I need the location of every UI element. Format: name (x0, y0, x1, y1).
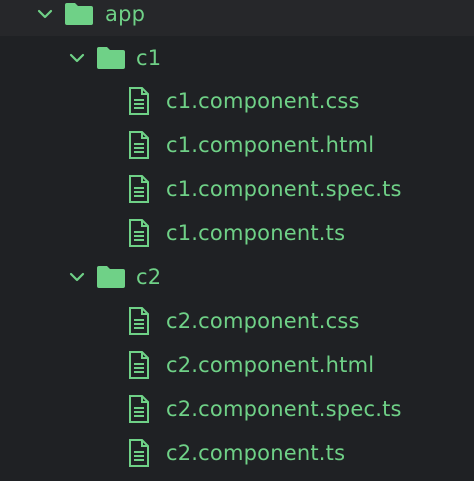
tree-item-file[interactable]: c1.component.spec.ts (0, 167, 474, 211)
tree-item-label: c2.component.css (166, 309, 360, 333)
folder-icon (96, 265, 126, 289)
file-icon (128, 175, 150, 203)
tree-item-file[interactable]: c1.component.html (0, 123, 474, 167)
tree-item-c2[interactable]: c2 (0, 255, 474, 299)
file-explorer-tree: app c1 c1.component.css c1.component.htm… (0, 0, 474, 481)
chevron-down-icon[interactable] (67, 48, 87, 68)
tree-item-label: c1 (136, 46, 162, 70)
tree-item-label: c2.component.ts (166, 441, 346, 465)
file-icon (128, 395, 150, 423)
folder-icon (64, 2, 94, 26)
tree-item-label: c1.component.ts (166, 221, 346, 245)
file-icon (128, 351, 150, 379)
tree-item-file[interactable]: c2.component.ts (0, 431, 474, 475)
tree-item-file[interactable]: c2.component.spec.ts (0, 387, 474, 431)
tree-item-label: c1.component.html (166, 133, 375, 157)
folder-icon (96, 46, 126, 70)
file-icon (128, 131, 150, 159)
tree-item-label: c1.component.css (166, 89, 360, 113)
chevron-down-icon[interactable] (35, 4, 55, 24)
tree-item-label: app (105, 2, 146, 26)
tree-item-file[interactable]: c1.component.ts (0, 211, 474, 255)
tree-item-c1[interactable]: c1 (0, 36, 474, 80)
tree-item-app[interactable]: app (0, 0, 474, 36)
file-icon (128, 439, 150, 467)
file-icon (128, 219, 150, 247)
file-icon (128, 87, 150, 115)
tree-item-file[interactable]: c2.component.css (0, 299, 474, 343)
tree-item-label: c2 (136, 265, 162, 289)
tree-item-label: c1.component.spec.ts (166, 177, 402, 201)
chevron-down-icon[interactable] (67, 267, 87, 287)
file-icon (128, 307, 150, 335)
tree-item-file[interactable]: c1.component.css (0, 79, 474, 123)
tree-item-file[interactable]: c2.component.html (0, 343, 474, 387)
tree-item-label: c2.component.spec.ts (166, 397, 402, 421)
tree-item-label: c2.component.html (166, 353, 375, 377)
